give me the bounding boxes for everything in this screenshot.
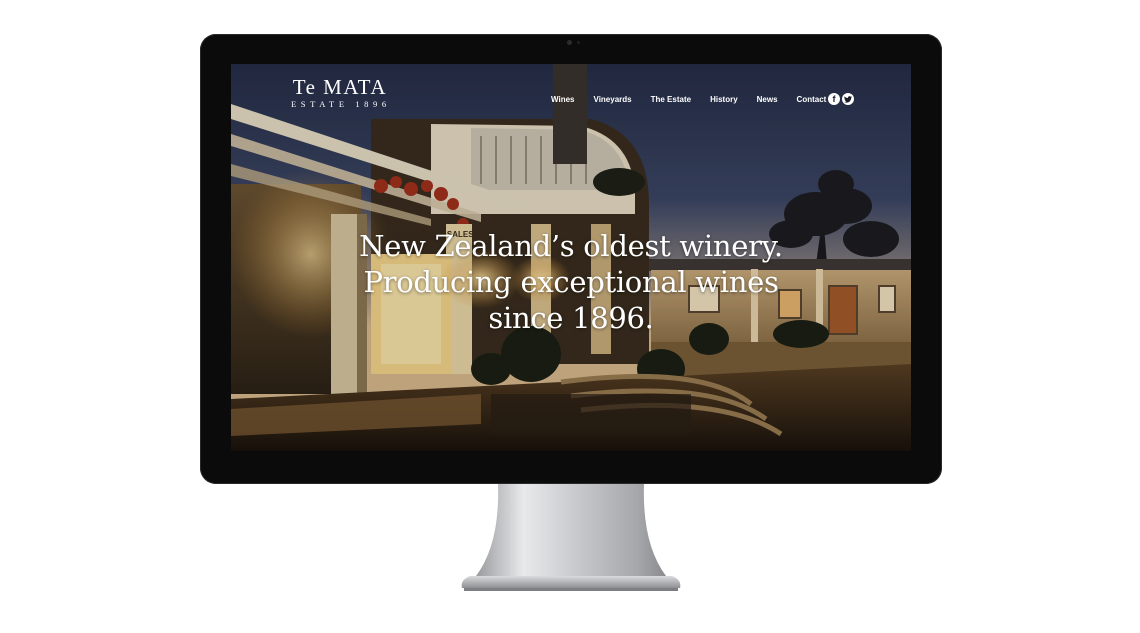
twitter-bird-icon [844,95,852,103]
nav-history[interactable]: History [710,95,738,104]
nav-wines[interactable]: Wines [551,95,575,104]
facebook-glyph: f [832,94,836,104]
site-logo[interactable]: Te MATA ESTATE 1896 [289,76,391,110]
logo-wordmark: Te MATA [292,75,387,99]
nav-the-estate[interactable]: The Estate [651,95,691,104]
camera-led [577,41,580,44]
logo-subtitle: ESTATE 1896 [291,99,391,109]
imac-monitor: CELLAR DOOR SALES Te MATA ESTATE 1896 Wi… [200,34,942,484]
twitter-icon[interactable] [842,93,854,105]
hero-line-2: Producing exceptional wines [363,265,779,299]
facebook-icon[interactable]: f [828,93,840,105]
nav-vineyards[interactable]: Vineyards [594,95,632,104]
hero-line-1: New Zealand’s oldest winery. [359,229,783,263]
monitor-stand [461,484,681,591]
hero-headline: New Zealand’s oldest winery. Producing e… [271,228,871,336]
main-nav: Wines Vineyards The Estate History News … [551,95,826,104]
nav-news[interactable]: News [757,95,778,104]
camera-icon [567,40,572,45]
nav-contact[interactable]: Contact [797,95,827,104]
hero-line-3: since 1896. [488,301,654,335]
social-links: f [828,93,854,105]
website-screen: CELLAR DOOR SALES Te MATA ESTATE 1896 Wi… [231,64,911,451]
